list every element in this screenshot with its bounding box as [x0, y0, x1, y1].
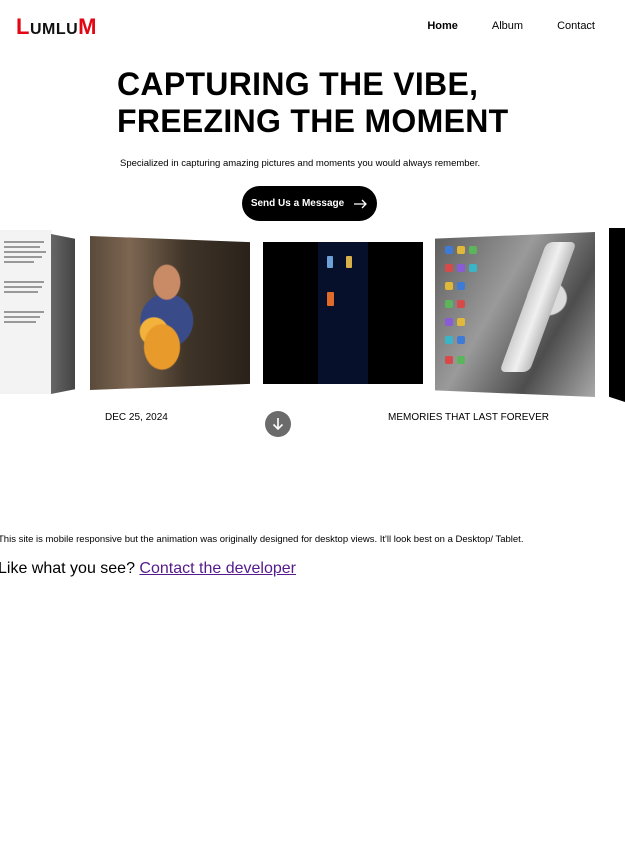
responsive-note: This site is mobile responsive but the a… [0, 534, 524, 545]
like-line: Like what you see? Contact the developer [0, 560, 296, 578]
main-nav: Home Album Contact [393, 20, 595, 32]
carousel-card-photo[interactable] [90, 236, 250, 390]
send-message-button[interactable]: Send Us a Message [242, 186, 377, 221]
hero-title: CAPTURING THE VIBE, FREEZING THE MOMENT [117, 66, 537, 140]
carousel-card-document[interactable] [0, 230, 52, 394]
date-label: DEC 25, 2024 [105, 412, 168, 423]
arrow-down-icon [272, 418, 284, 431]
carousel-card-phone[interactable] [263, 242, 423, 384]
hero-title-line2: FREEZING THE MOMENT [117, 103, 509, 139]
scroll-down-button[interactable] [265, 411, 291, 437]
hero-subtitle: Specialized in capturing amazing picture… [120, 158, 481, 169]
contact-developer-link[interactable]: Contact the developer [139, 560, 296, 577]
arrow-right-icon [354, 199, 368, 208]
nav-contact[interactable]: Contact [557, 20, 595, 32]
carousel-card-desktop[interactable] [435, 232, 595, 397]
like-text: Like what you see? [0, 560, 140, 577]
send-message-label: Send Us a Message [250, 198, 345, 209]
logo[interactable]: LUMLUM [16, 14, 97, 40]
hero-title-line1: CAPTURING THE VIBE, [117, 66, 479, 102]
tagline: MEMORIES THAT LAST FOREVER [388, 412, 549, 423]
logo-middle: UMLU [29, 21, 79, 38]
phone-screen [318, 242, 368, 384]
logo-letter-l: L [16, 14, 30, 39]
nav-album[interactable]: Album [492, 20, 523, 32]
carousel-card-edge [51, 234, 75, 394]
nav-home[interactable]: Home [427, 20, 458, 32]
carousel-card-edge-right [609, 228, 625, 402]
logo-letter-m: M [78, 14, 97, 39]
